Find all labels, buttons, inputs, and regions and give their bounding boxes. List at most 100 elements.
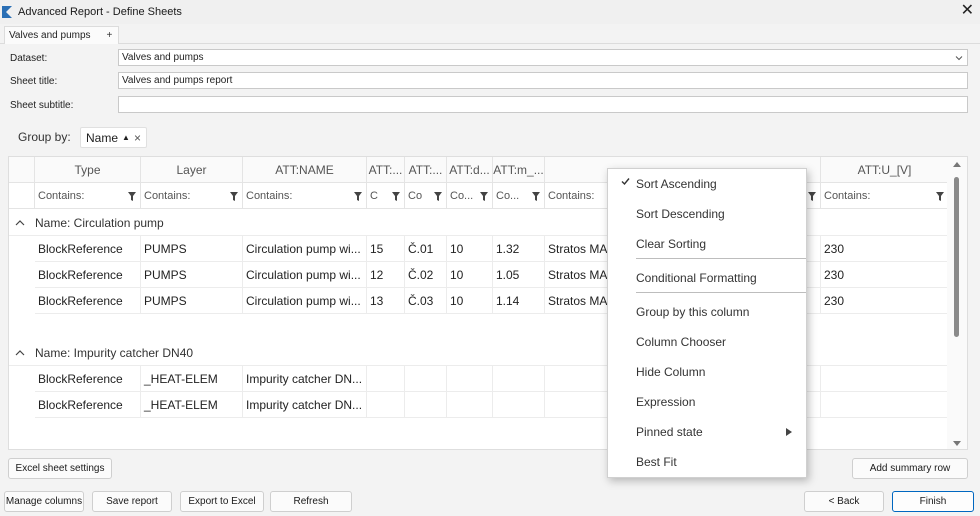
table-cell[interactable]: Impurity catcher DN... [243, 392, 367, 418]
table-cell[interactable] [493, 392, 545, 418]
vertical-scrollbar[interactable] [947, 157, 967, 449]
table-cell[interactable]: 230 [821, 262, 949, 288]
column-header-5[interactable]: ATT:... [405, 157, 447, 183]
column-header-2[interactable]: Layer [141, 157, 243, 183]
collapse-caret-icon[interactable] [15, 219, 25, 227]
sheet-title-input[interactable]: Valves and pumps report [118, 72, 968, 89]
column-filter-9[interactable]: Contains: [821, 183, 949, 209]
table-cell[interactable]: _HEAT-ELEM [141, 366, 243, 392]
column-header-1[interactable]: Type [35, 157, 141, 183]
menu-item-group-by-this-column[interactable]: Group by this column [608, 298, 806, 326]
menu-item-best-fit[interactable]: Best Fit [608, 448, 806, 476]
table-cell[interactable] [821, 392, 949, 418]
column-filter-6[interactable]: Co... [447, 183, 493, 209]
filter-funnel-icon[interactable] [532, 192, 540, 201]
group-by-chip[interactable]: Name ▲ × [80, 127, 147, 148]
close-icon[interactable]: ✕ [961, 2, 974, 20]
table-cell[interactable]: BlockReference [35, 262, 141, 288]
table-cell[interactable] [493, 366, 545, 392]
column-filter-5[interactable]: Co [405, 183, 447, 209]
menu-item-conditional-formatting[interactable]: Conditional Formatting [608, 264, 806, 292]
menu-item-hide-column[interactable]: Hide Column [608, 358, 806, 386]
column-header-9[interactable]: ATT:U_[V] [821, 157, 949, 183]
table-cell[interactable]: 230 [821, 236, 949, 262]
table-cell[interactable]: Circulation pump wi... [243, 236, 367, 262]
table-cell[interactable] [405, 366, 447, 392]
save-report-button[interactable]: Save report [92, 491, 172, 512]
table-cell[interactable]: Circulation pump wi... [243, 262, 367, 288]
filter-funnel-icon[interactable] [354, 192, 362, 201]
scrollbar-thumb[interactable] [954, 177, 959, 337]
remove-group-icon[interactable]: × [134, 131, 141, 145]
filter-funnel-icon[interactable] [480, 192, 488, 201]
table-cell[interactable]: BlockReference [35, 236, 141, 262]
table-cell[interactable] [447, 392, 493, 418]
column-header-7[interactable]: ATT:m_... [493, 157, 545, 183]
table-cell[interactable]: Č.03 [405, 288, 447, 314]
column-header-4[interactable]: ATT:... [367, 157, 405, 183]
collapse-caret-icon[interactable] [15, 349, 25, 357]
table-cell[interactable]: BlockReference [35, 288, 141, 314]
table-cell[interactable]: 13 [367, 288, 405, 314]
table-cell[interactable]: PUMPS [141, 236, 243, 262]
menu-item-sort-ascending[interactable]: Sort Ascending [608, 170, 806, 198]
dataset-select[interactable]: Valves and pumps [118, 49, 968, 66]
column-filter-2[interactable]: Contains: [141, 183, 243, 209]
filter-funnel-icon[interactable] [808, 192, 816, 201]
table-cell[interactable]: Č.01 [405, 236, 447, 262]
table-cell[interactable] [367, 392, 405, 418]
column-header-3[interactable]: ATT:NAME [243, 157, 367, 183]
finish-button[interactable]: Finish [892, 491, 974, 512]
table-cell[interactable]: 10 [447, 236, 493, 262]
filter-funnel-icon[interactable] [392, 192, 400, 201]
menu-item-sort-descending[interactable]: Sort Descending [608, 200, 806, 228]
table-cell[interactable] [367, 366, 405, 392]
menu-item-pinned-state[interactable]: Pinned state [608, 418, 806, 446]
add-tab-icon[interactable]: + [107, 30, 113, 41]
table-cell[interactable]: 15 [367, 236, 405, 262]
tab-valves-and-pumps[interactable]: Valves and pumps + [4, 26, 120, 44]
excel-sheet-settings-button[interactable]: Excel sheet settings [8, 458, 112, 479]
table-cell[interactable]: 10 [447, 262, 493, 288]
manage-columns-button[interactable]: Manage columns [4, 491, 84, 512]
table-cell[interactable]: Č.02 [405, 262, 447, 288]
export-to-excel-button[interactable]: Export to Excel [180, 491, 264, 512]
table-cell[interactable]: BlockReference [35, 366, 141, 392]
column-filter-3[interactable]: Contains: [243, 183, 367, 209]
sheet-subtitle-input[interactable] [118, 96, 968, 113]
menu-item-clear-sorting[interactable]: Clear Sorting [608, 230, 806, 258]
filter-funnel-icon[interactable] [128, 192, 136, 201]
filter-funnel-icon[interactable] [434, 192, 442, 201]
column-header-6[interactable]: ATT:d... [447, 157, 493, 183]
table-cell[interactable]: BlockReference [35, 392, 141, 418]
filter-funnel-icon[interactable] [230, 192, 238, 201]
table-cell[interactable]: 230 [821, 288, 949, 314]
menu-item-column-chooser[interactable]: Column Chooser [608, 328, 806, 356]
group-row[interactable]: Name: Circulation pump [9, 210, 949, 236]
table-cell[interactable]: 12 [367, 262, 405, 288]
column-filter-1[interactable]: Contains: [35, 183, 141, 209]
table-cell[interactable]: Circulation pump wi... [243, 288, 367, 314]
column-filter-7[interactable]: Co... [493, 183, 545, 209]
menu-item-expression[interactable]: Expression [608, 388, 806, 416]
refresh-button[interactable]: Refresh [270, 491, 352, 512]
table-cell[interactable]: 1.32 [493, 236, 545, 262]
table-cell[interactable] [821, 366, 949, 392]
add-summary-row-button[interactable]: Add summary row [852, 458, 968, 479]
table-cell[interactable]: _HEAT-ELEM [141, 392, 243, 418]
table-cell[interactable] [447, 366, 493, 392]
table-cell[interactable]: 1.05 [493, 262, 545, 288]
back-button[interactable]: < Back [804, 491, 884, 512]
table-cell[interactable]: PUMPS [141, 288, 243, 314]
scroll-up-icon[interactable] [953, 161, 961, 167]
scroll-down-icon[interactable] [953, 441, 961, 447]
table-cell[interactable]: 1.14 [493, 288, 545, 314]
table-cell[interactable]: PUMPS [141, 262, 243, 288]
column-filter-4[interactable]: C [367, 183, 405, 209]
table-cell[interactable] [405, 392, 447, 418]
table-cell[interactable]: Impurity catcher DN... [243, 366, 367, 392]
filter-funnel-icon[interactable] [936, 192, 944, 201]
table-cell[interactable]: 10 [447, 288, 493, 314]
group-row[interactable]: Name: Impurity catcher DN40 [9, 340, 949, 366]
sort-ascending-icon[interactable]: ▲ [122, 133, 130, 142]
